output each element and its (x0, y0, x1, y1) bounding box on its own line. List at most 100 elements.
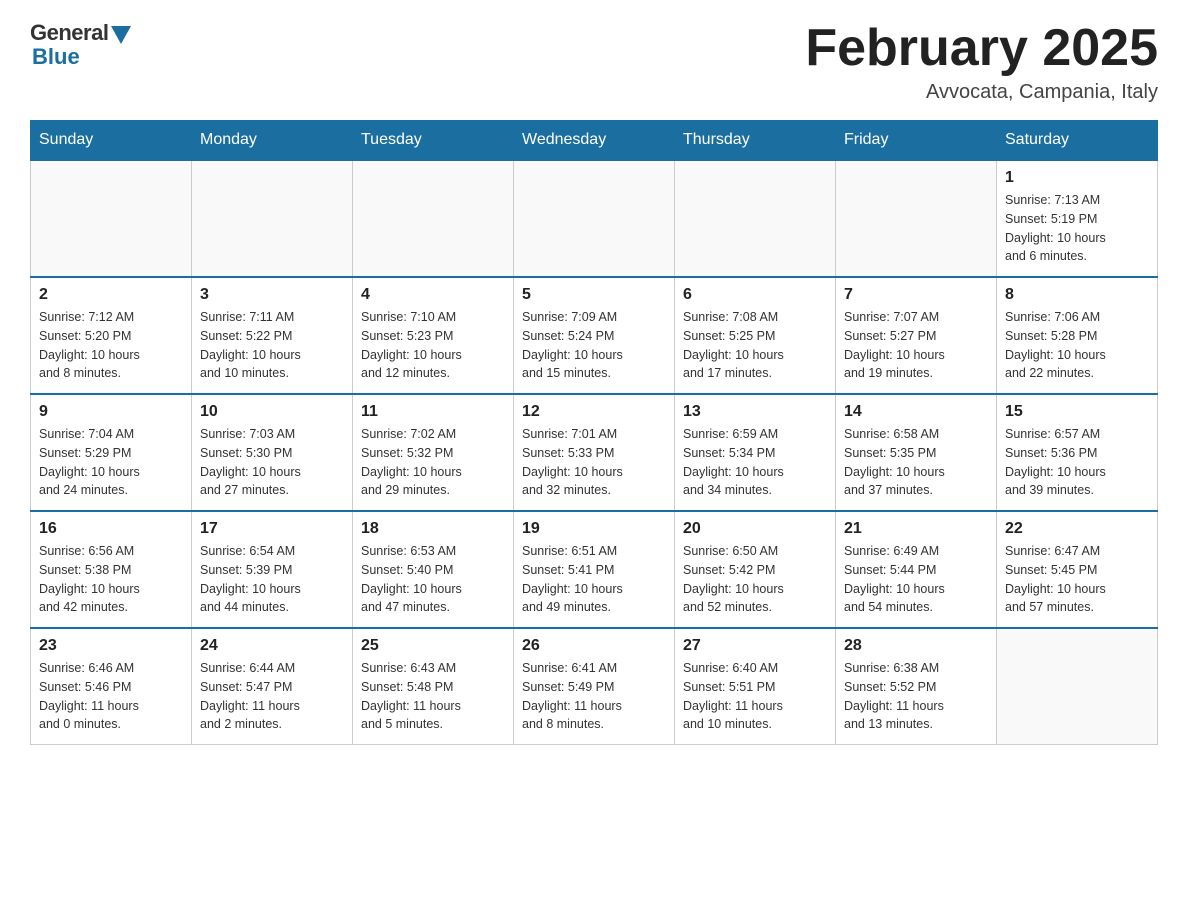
calendar-cell: 19 Sunrise: 6:51 AMSunset: 5:41 PMDayligh… (514, 511, 675, 628)
day-info: Sunrise: 6:59 AMSunset: 5:34 PMDaylight:… (683, 425, 827, 500)
day-number: 21 (844, 520, 988, 538)
day-number: 27 (683, 637, 827, 655)
day-number: 20 (683, 520, 827, 538)
day-info: Sunrise: 7:06 AMSunset: 5:28 PMDaylight:… (1005, 308, 1149, 383)
day-number: 18 (361, 520, 505, 538)
logo-blue-text: Blue (32, 44, 80, 70)
week-row-4: 16 Sunrise: 6:56 AMSunset: 5:38 PMDayligh… (31, 511, 1158, 628)
weekday-header-sunday: Sunday (31, 121, 192, 161)
calendar-cell: 27 Sunrise: 6:40 AMSunset: 5:51 PMDayligh… (675, 628, 836, 745)
day-number: 22 (1005, 520, 1149, 538)
day-number: 1 (1005, 169, 1149, 187)
weekday-header-tuesday: Tuesday (353, 121, 514, 161)
day-number: 2 (39, 286, 183, 304)
calendar-cell: 5 Sunrise: 7:09 AMSunset: 5:24 PMDaylight… (514, 277, 675, 394)
calendar-cell (353, 160, 514, 277)
calendar-cell: 7 Sunrise: 7:07 AMSunset: 5:27 PMDaylight… (836, 277, 997, 394)
calendar-cell: 24 Sunrise: 6:44 AMSunset: 5:47 PMDayligh… (192, 628, 353, 745)
calendar-cell: 9 Sunrise: 7:04 AMSunset: 5:29 PMDaylight… (31, 394, 192, 511)
day-number: 11 (361, 403, 505, 421)
day-info: Sunrise: 6:58 AMSunset: 5:35 PMDaylight:… (844, 425, 988, 500)
day-number: 23 (39, 637, 183, 655)
calendar-cell: 15Sunrise: 6:57 AMSunset: 5:36 PMDayligh… (997, 394, 1158, 511)
day-number: 25 (361, 637, 505, 655)
day-info: Sunrise: 6:44 AMSunset: 5:47 PMDaylight:… (200, 659, 344, 734)
weekday-header-friday: Friday (836, 121, 997, 161)
calendar-cell: 2 Sunrise: 7:12 AMSunset: 5:20 PMDaylight… (31, 277, 192, 394)
day-number: 8 (1005, 286, 1149, 304)
day-number: 16 (39, 520, 183, 538)
day-info: Sunrise: 6:38 AMSunset: 5:52 PMDaylight:… (844, 659, 988, 734)
day-info: Sunrise: 7:03 AMSunset: 5:30 PMDaylight:… (200, 425, 344, 500)
day-number: 7 (844, 286, 988, 304)
calendar-cell: 11 Sunrise: 7:02 AMSunset: 5:32 PMDayligh… (353, 394, 514, 511)
calendar-cell: 21 Sunrise: 6:49 AMSunset: 5:44 PMDayligh… (836, 511, 997, 628)
calendar-cell: 26Sunrise: 6:41 AMSunset: 5:49 PMDayligh… (514, 628, 675, 745)
logo: General Blue (30, 20, 131, 70)
calendar-cell: 3 Sunrise: 7:11 AMSunset: 5:22 PMDaylight… (192, 277, 353, 394)
day-number: 9 (39, 403, 183, 421)
day-number: 3 (200, 286, 344, 304)
calendar-cell: 6 Sunrise: 7:08 AMSunset: 5:25 PMDaylight… (675, 277, 836, 394)
calendar-cell: 16 Sunrise: 6:56 AMSunset: 5:38 PMDayligh… (31, 511, 192, 628)
calendar-cell: 13Sunrise: 6:59 AMSunset: 5:34 PMDayligh… (675, 394, 836, 511)
title-section: February 2025 Avvocata, Campania, Italy (805, 20, 1158, 104)
calendar-cell (514, 160, 675, 277)
calendar-cell: 25 Sunrise: 6:43 AMSunset: 5:48 PMDayligh… (353, 628, 514, 745)
week-row-2: 2 Sunrise: 7:12 AMSunset: 5:20 PMDaylight… (31, 277, 1158, 394)
day-info: Sunrise: 7:10 AMSunset: 5:23 PMDaylight:… (361, 308, 505, 383)
calendar-cell (836, 160, 997, 277)
day-number: 19 (522, 520, 666, 538)
calendar-cell: 8 Sunrise: 7:06 AMSunset: 5:28 PMDaylight… (997, 277, 1158, 394)
day-info: Sunrise: 6:49 AMSunset: 5:44 PMDaylight:… (844, 542, 988, 617)
day-number: 10 (200, 403, 344, 421)
weekday-header-monday: Monday (192, 121, 353, 161)
weekday-header-wednesday: Wednesday (514, 121, 675, 161)
day-info: Sunrise: 6:57 AMSunset: 5:36 PMDaylight:… (1005, 425, 1149, 500)
week-row-3: 9 Sunrise: 7:04 AMSunset: 5:29 PMDaylight… (31, 394, 1158, 511)
day-number: 5 (522, 286, 666, 304)
calendar-cell (675, 160, 836, 277)
logo-general-text: General (30, 20, 108, 46)
day-info: Sunrise: 6:41 AMSunset: 5:49 PMDaylight:… (522, 659, 666, 734)
day-info: Sunrise: 6:46 AMSunset: 5:46 PMDaylight:… (39, 659, 183, 734)
day-info: Sunrise: 7:07 AMSunset: 5:27 PMDaylight:… (844, 308, 988, 383)
calendar-cell: 28 Sunrise: 6:38 AMSunset: 5:52 PMDayligh… (836, 628, 997, 745)
calendar-cell: 10 Sunrise: 7:03 AMSunset: 5:30 PMDayligh… (192, 394, 353, 511)
day-number: 17 (200, 520, 344, 538)
day-info: Sunrise: 7:12 AMSunset: 5:20 PMDaylight:… (39, 308, 183, 383)
day-info: Sunrise: 6:47 AMSunset: 5:45 PMDaylight:… (1005, 542, 1149, 617)
calendar-cell: 4 Sunrise: 7:10 AMSunset: 5:23 PMDaylight… (353, 277, 514, 394)
day-info: Sunrise: 6:50 AMSunset: 5:42 PMDaylight:… (683, 542, 827, 617)
day-number: 28 (844, 637, 988, 655)
day-info: Sunrise: 7:11 AMSunset: 5:22 PMDaylight:… (200, 308, 344, 383)
day-info: Sunrise: 7:08 AMSunset: 5:25 PMDaylight:… (683, 308, 827, 383)
day-info: Sunrise: 6:53 AMSunset: 5:40 PMDaylight:… (361, 542, 505, 617)
day-info: Sunrise: 7:02 AMSunset: 5:32 PMDaylight:… (361, 425, 505, 500)
calendar-cell (31, 160, 192, 277)
calendar-cell: 12 Sunrise: 7:01 AMSunset: 5:33 PMDayligh… (514, 394, 675, 511)
day-info: Sunrise: 6:43 AMSunset: 5:48 PMDaylight:… (361, 659, 505, 734)
logo-triangle-icon (111, 26, 131, 44)
calendar-cell: 14 Sunrise: 6:58 AMSunset: 5:35 PMDayligh… (836, 394, 997, 511)
day-info: Sunrise: 7:04 AMSunset: 5:29 PMDaylight:… (39, 425, 183, 500)
week-row-5: 23 Sunrise: 6:46 AMSunset: 5:46 PMDayligh… (31, 628, 1158, 745)
calendar-title: February 2025 (805, 20, 1158, 77)
day-info: Sunrise: 7:01 AMSunset: 5:33 PMDaylight:… (522, 425, 666, 500)
day-info: Sunrise: 6:40 AMSunset: 5:51 PMDaylight:… (683, 659, 827, 734)
day-number: 12 (522, 403, 666, 421)
calendar-cell: 17 Sunrise: 6:54 AMSunset: 5:39 PMDayligh… (192, 511, 353, 628)
day-number: 14 (844, 403, 988, 421)
day-number: 4 (361, 286, 505, 304)
calendar-cell: 22 Sunrise: 6:47 AMSunset: 5:45 PMDayligh… (997, 511, 1158, 628)
day-info: Sunrise: 6:56 AMSunset: 5:38 PMDaylight:… (39, 542, 183, 617)
weekday-header-saturday: Saturday (997, 121, 1158, 161)
day-info: Sunrise: 6:54 AMSunset: 5:39 PMDaylight:… (200, 542, 344, 617)
day-info: Sunrise: 7:09 AMSunset: 5:24 PMDaylight:… (522, 308, 666, 383)
calendar-cell: 18 Sunrise: 6:53 AMSunset: 5:40 PMDayligh… (353, 511, 514, 628)
calendar-table: SundayMondayTuesdayWednesdayThursdayFrid… (30, 120, 1158, 745)
day-number: 6 (683, 286, 827, 304)
calendar-cell: 1Sunrise: 7:13 AMSunset: 5:19 PMDaylight… (997, 160, 1158, 277)
day-info: Sunrise: 6:51 AMSunset: 5:41 PMDaylight:… (522, 542, 666, 617)
day-number: 24 (200, 637, 344, 655)
